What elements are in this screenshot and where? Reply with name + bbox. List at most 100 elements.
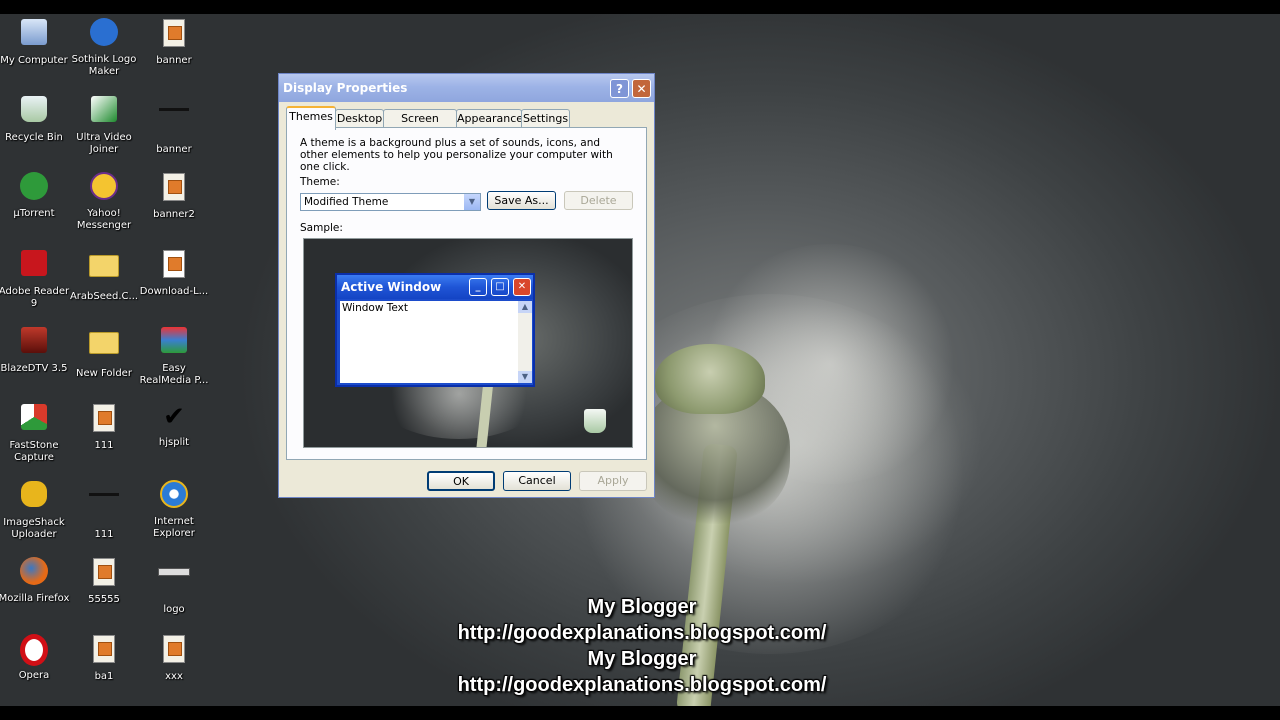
desktop-icon-label: µTorrent [13,208,55,219]
desktop-icon-label: Adobe Reader 9 [0,286,70,309]
video-joiner-icon [88,96,120,128]
desktop-icon-easy-realmedia[interactable]: Easy RealMedia P... [138,324,210,387]
desktop-icon-recycle-bin[interactable]: Recycle Bin [0,93,70,144]
desktop-icon-xxx[interactable]: xxx [138,632,210,683]
ok-button[interactable]: OK [427,471,495,491]
yahoo-messenger-icon [88,172,120,204]
desktop-icon-firefox[interactable]: Mozilla Firefox [0,555,70,605]
tab-screen-saver[interactable]: Screen Saver [383,109,457,143]
desktop-icon-opera[interactable]: Opera [0,632,70,682]
chevron-down-icon[interactable]: ▼ [464,194,480,210]
desktop-icon-111-b[interactable]: 111 [68,478,140,541]
desktop-icon-logo[interactable]: logo [138,555,210,616]
line-image-icon [88,493,120,525]
desktop-icon-label: Sothink Logo Maker [71,54,137,77]
adobe-reader-icon [18,250,50,282]
tab-appearance[interactable]: Appearance [456,109,523,128]
desktop-icon-hjsplit[interactable]: ✔ hjsplit [138,401,210,449]
sothink-logo-icon [88,18,120,50]
theme-label: Theme: [300,176,340,188]
desktop-icon-label: banner [156,144,192,155]
cancel-button[interactable]: Cancel [503,471,571,491]
desktop-icon-download[interactable]: Download-L... [138,247,210,298]
image-file-icon [158,19,190,51]
desktop-icon-my-computer[interactable]: My Computer [0,16,70,67]
desktop-icon-blazedtv[interactable]: BlazeDTV 3.5 [0,324,70,375]
desktop-icon-banner[interactable]: banner [138,16,210,67]
desktop-icon-label: ImageShack Uploader [3,517,65,540]
theme-sample-preview: Active Window _ □ ✕ Window Text ▲ ▼ [303,238,633,448]
faststone-icon [18,404,50,436]
desktop-icon-label: FastStone Capture [9,440,59,463]
internet-explorer-icon [158,480,190,512]
theme-select-value: Modified Theme [304,196,389,208]
desktop-icon-label: Yahoo! Messenger [76,208,132,231]
desktop-icon-banner2[interactable]: banner2 [138,170,210,221]
sample-label: Sample: [300,222,343,234]
blazedtv-icon [18,327,50,359]
desktop-icon-label: Recycle Bin [5,132,63,143]
watermark-line: http://goodexplanations.blogspot.com/ [457,674,827,696]
tab-themes[interactable]: Themes [286,106,336,130]
desktop-icon-banner-b[interactable]: banner [138,93,210,156]
desktop-icon-111[interactable]: 111 [68,401,140,452]
image-file-icon [88,404,120,436]
desktop-icon-label: My Computer [0,55,68,66]
dialog-title-bar[interactable]: Display Properties [279,74,654,102]
utorrent-icon [18,172,50,204]
desktop-icon-label: Ultra Video Joiner [76,132,132,155]
tab-desktop[interactable]: Desktop [335,109,384,128]
opera-icon [18,634,50,666]
minimize-icon: _ [469,278,487,296]
preview-scrollbar: ▲ ▼ [518,301,532,383]
desktop: My Computer Recycle Bin µTorrent Adobe R… [0,14,1280,706]
realmedia-icon [158,327,190,359]
desktop-icon-label: 111 [94,529,114,540]
display-properties-dialog: Display Properties ? ✕ Themes Desktop Sc… [278,73,655,498]
firefox-icon [18,557,50,589]
desktop-icon-ultra-video-joiner[interactable]: Ultra Video Joiner [68,93,140,156]
desktop-icon-label: Internet Explorer [153,516,195,539]
desktop-icon-imageshack[interactable]: ImageShack Uploader [0,478,70,541]
desktop-icon-label: banner2 [153,209,195,220]
imageshack-icon [18,481,50,513]
image-file-icon [88,635,120,667]
watermark-line: My Blogger [587,596,697,618]
desktop-icon-sothink[interactable]: Sothink Logo Maker [68,16,140,78]
desktop-icon-label: banner [156,55,192,66]
help-button[interactable]: ? [610,79,629,98]
tab-settings[interactable]: Settings [521,109,570,128]
desktop-icon-label: hjsplit [158,437,190,448]
desktop-icon-label: Easy RealMedia P... [139,363,209,386]
desktop-icon-adobe-reader[interactable]: Adobe Reader 9 [0,247,70,310]
preview-window-body: Window Text ▲ ▼ [340,301,532,383]
theme-description: A theme is a background plus a set of so… [300,137,613,173]
desktop-icon-label: Mozilla Firefox [0,593,70,604]
desktop-icon-label: 55555 [88,594,120,605]
apply-button[interactable]: Apply [579,471,647,491]
scroll-up-icon: ▲ [518,301,532,313]
computer-icon [18,19,50,51]
recycle-bin-icon [18,96,50,128]
desktop-icon-arabseed[interactable]: ArabSeed.C... [68,247,140,303]
delete-button[interactable]: Delete [564,191,633,210]
recycle-bin-icon [584,409,606,433]
desktop-icon-yahoo-messenger[interactable]: Yahoo! Messenger [68,170,140,232]
checkmark-icon: ✔ [163,402,185,432]
desktop-icon-faststone[interactable]: FastStone Capture [0,401,70,464]
desktop-icon-new-folder[interactable]: New Folder [68,324,140,380]
desktop-icon-internet-explorer[interactable]: Internet Explorer [138,478,210,540]
desktop-icon-label: Opera [18,670,50,681]
theme-select[interactable]: Modified Theme ▼ [300,193,481,211]
maximize-icon: □ [491,278,509,296]
desktop-icon-55555[interactable]: 55555 [68,555,140,606]
desktop-icon-utorrent[interactable]: µTorrent [0,170,70,220]
dialog-title: Display Properties [283,81,408,95]
desktop-icon-ba1[interactable]: ba1 [68,632,140,683]
preview-window-text: Window Text [342,302,408,314]
close-icon: ✕ [513,278,531,296]
folder-icon [88,332,120,364]
save-as-button[interactable]: Save As... [487,191,556,210]
watermark-line: http://goodexplanations.blogspot.com/ [457,622,827,644]
close-button[interactable]: ✕ [632,79,651,98]
